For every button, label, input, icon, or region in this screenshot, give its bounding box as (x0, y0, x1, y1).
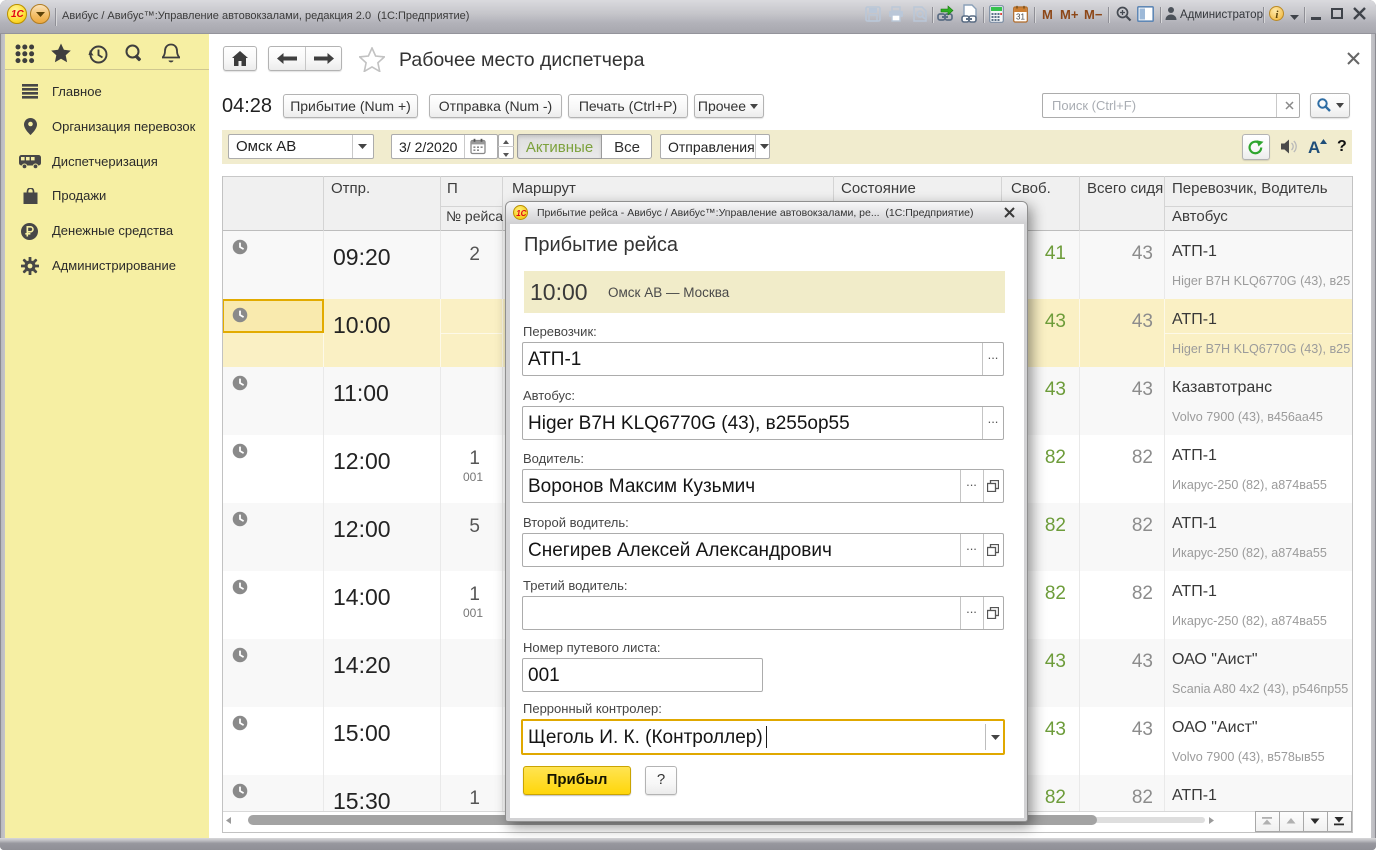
svg-text:31: 31 (1016, 13, 1025, 22)
